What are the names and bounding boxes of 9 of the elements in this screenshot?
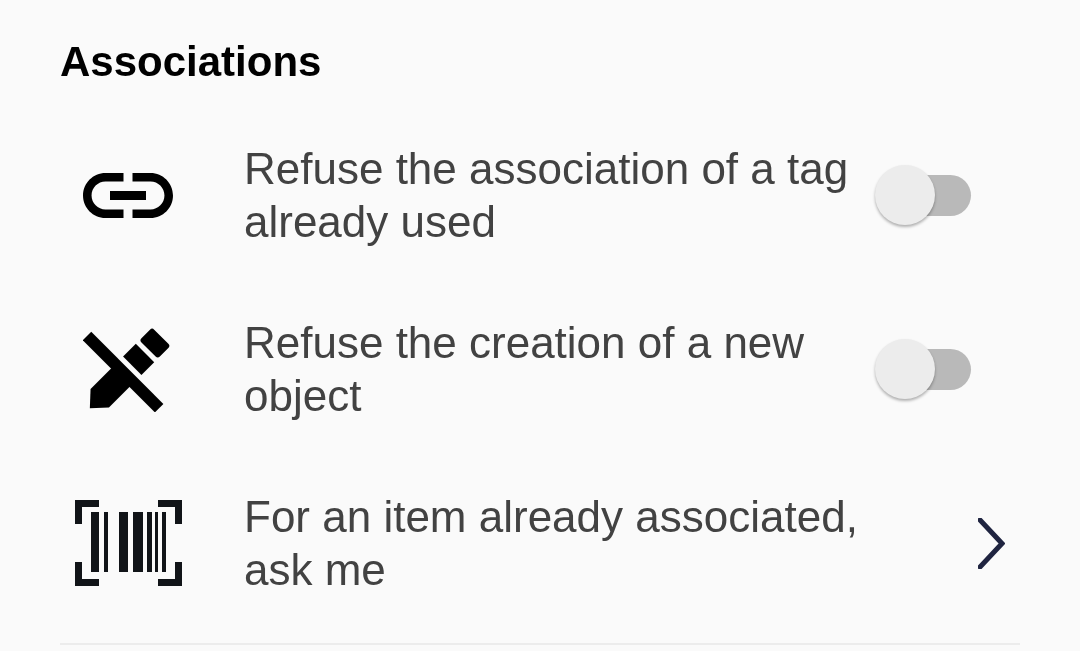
section-title: Associations bbox=[60, 37, 322, 87]
barcode-icon bbox=[74, 500, 182, 586]
toggle-switch[interactable] bbox=[875, 339, 971, 399]
chevron-right-icon bbox=[978, 517, 1005, 569]
setting-label: Refuse the association of a tag already used bbox=[244, 143, 850, 248]
setting-label: Refuse the creation of a new object bbox=[244, 317, 806, 422]
toggle-switch[interactable] bbox=[875, 165, 971, 225]
link-icon bbox=[83, 172, 173, 218]
setting-label: For an item already associated, ask me bbox=[244, 491, 859, 596]
